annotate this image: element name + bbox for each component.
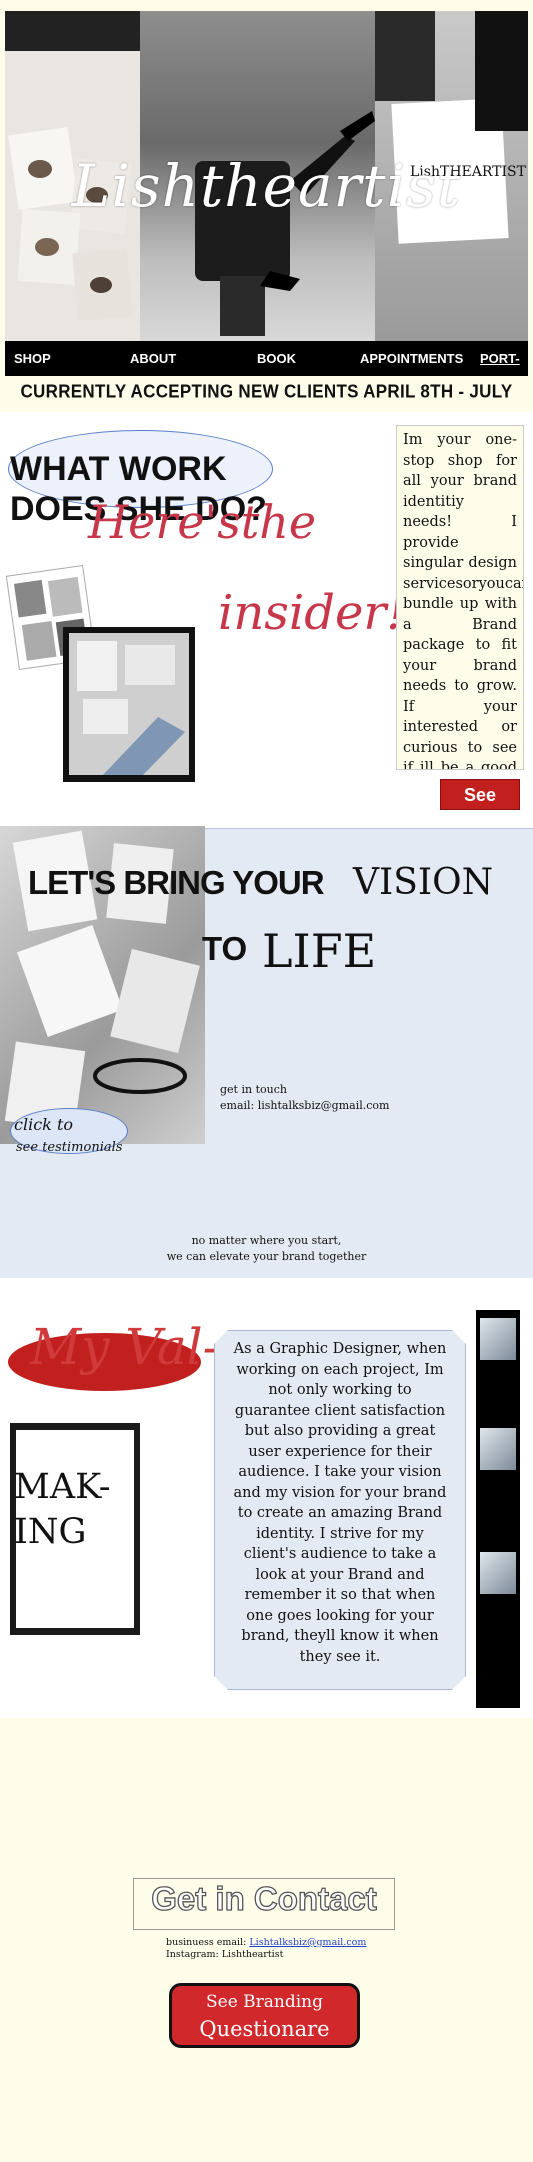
vision-to: TO bbox=[202, 930, 248, 967]
questionnaire-line1: See Branding bbox=[205, 1992, 324, 2012]
services-description: Im your one-stop shop for all your brand… bbox=[396, 425, 524, 770]
navbar: SHOP ABOUT BOOK APPOINTMENTS PORT- bbox=[5, 341, 528, 376]
click-to-label[interactable]: click to bbox=[14, 1115, 73, 1134]
nav-shop[interactable]: SHOP bbox=[14, 351, 51, 366]
email-row: businuess email: Lishtalksbiz@gmail.com bbox=[166, 1937, 366, 1949]
making-line2: ING bbox=[14, 1512, 87, 1552]
email-line: email: lishtalksbiz@gmail.com bbox=[220, 1099, 390, 1112]
questionnaire-line2: Questionare bbox=[199, 2017, 330, 2041]
script-heres-the: Here'sthe bbox=[88, 495, 317, 549]
tagline-line2: we can elevate your brand together bbox=[166, 1250, 367, 1263]
brand-title: Lishtheartist bbox=[71, 152, 462, 220]
my-values-heading: My Val- bbox=[30, 1318, 220, 1376]
instagram-line: Instagram: Lishtheartist bbox=[166, 1949, 284, 1960]
film-strip bbox=[476, 1310, 520, 1708]
vision-life: LIFE bbox=[262, 924, 377, 978]
tagline-line1: no matter where you start, bbox=[191, 1234, 342, 1247]
see-testimonials-label[interactable]: see testimonials bbox=[16, 1140, 122, 1155]
nav-portfolio[interactable]: PORT- bbox=[480, 351, 520, 366]
get-in-touch-label: get in touch bbox=[220, 1083, 287, 1096]
vision-tagline: no matter where you start, we can elevat… bbox=[0, 1233, 533, 1265]
film-photo-1 bbox=[480, 1318, 516, 1360]
email-link[interactable]: Lishtalksbiz@gmail.com bbox=[249, 1937, 366, 1948]
announcement-banner: CURRENTLY ACCEPTING NEW CLIENTS APRIL 8T… bbox=[20, 381, 513, 437]
script-insider: insider! bbox=[218, 585, 406, 641]
vision-heading-serif: VISION bbox=[353, 862, 494, 903]
branding-questionnaire-button[interactable]: See Branding Questionare bbox=[169, 1983, 360, 2048]
nav-book[interactable]: BOOK bbox=[257, 351, 296, 366]
nav-about[interactable]: ABOUT bbox=[130, 351, 176, 366]
contact-heading: Get in Contact bbox=[151, 1879, 378, 1917]
contact-info: businuess email: Lishtalksbiz@gmail.com … bbox=[166, 1937, 366, 1961]
see-button[interactable]: See bbox=[440, 779, 520, 810]
nav-appointments[interactable]: APPOINTMENTS bbox=[360, 351, 463, 366]
values-paragraph: As a Graphic Designer, when working on e… bbox=[214, 1330, 466, 1690]
vision-heading-bold: LET'S BRING YOUR bbox=[28, 864, 325, 901]
making-text: MAK- ING bbox=[14, 1465, 111, 1555]
film-photo-3 bbox=[480, 1552, 516, 1594]
intro-heading-line1: WHAT WORK bbox=[10, 450, 227, 488]
film-photo-2 bbox=[480, 1428, 516, 1470]
portfolio-photo-large bbox=[63, 627, 195, 782]
get-in-touch-block: get in touch email: lishtalksbiz@gmail.c… bbox=[220, 1082, 389, 1114]
email-label: businuess email: bbox=[166, 1937, 247, 1948]
making-line1: MAK- bbox=[14, 1467, 111, 1507]
